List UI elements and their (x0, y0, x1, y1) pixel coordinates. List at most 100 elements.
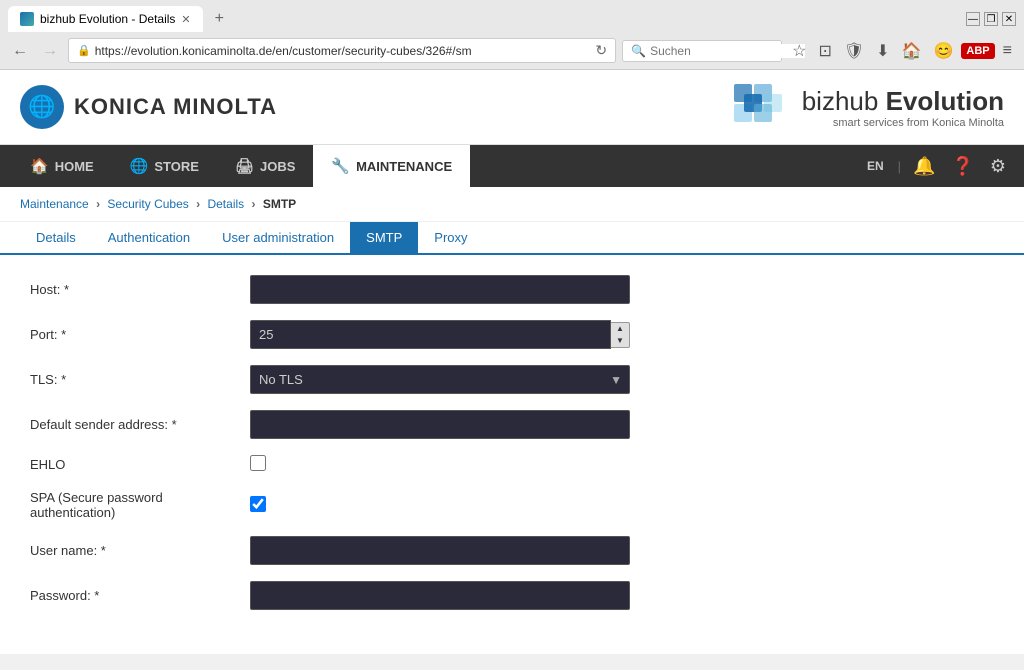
address-box[interactable]: 🔒 https://evolution.konicaminolta.de/en/… (68, 38, 616, 63)
tab-title: bizhub Evolution - Details (40, 12, 175, 26)
username-row: User name: * (30, 536, 994, 565)
spa-label: SPA (Secure password authentication) (30, 490, 250, 520)
nav-jobs[interactable]: 🖨 JOBS (217, 145, 313, 187)
url-text: https://evolution.konicaminolta.de/en/cu… (95, 44, 592, 58)
username-input[interactable] (250, 536, 630, 565)
toolbar-icons: ☆ ⊡ 🛡 ⬇ 🏠 😊 ABP ≡ (788, 39, 1016, 63)
language-button[interactable]: EN (859, 155, 892, 177)
ehlo-label: EHLO (30, 457, 250, 472)
home-icon[interactable]: 🏠 (898, 39, 926, 63)
password-input[interactable] (250, 581, 630, 610)
search-icon: 🔍 (631, 44, 646, 58)
breadcrumb-sep-3: › (252, 197, 256, 211)
username-control (250, 536, 630, 565)
nav-right: EN | 🔔 ❓ ⚙ (859, 152, 1012, 181)
reader-icon[interactable]: ⊡ (814, 39, 835, 63)
new-tab-button[interactable]: + (207, 6, 232, 32)
sender-row: Default sender address: * (30, 410, 994, 439)
settings-icon[interactable]: ⚙ (984, 152, 1012, 181)
nav-maintenance-label: MAINTENANCE (356, 159, 452, 174)
spa-row: SPA (Secure password authentication) (30, 490, 994, 520)
shield-icon[interactable]: 🛡 (840, 39, 868, 63)
restore-button[interactable]: ❐ (984, 12, 998, 26)
port-label: Port: * (30, 327, 250, 342)
nav-home[interactable]: 🏠 HOME (12, 145, 112, 187)
reload-button[interactable]: ↻ (595, 42, 607, 59)
logo-icon: 🌐 (28, 94, 55, 120)
close-button[interactable]: ✕ (1002, 12, 1016, 26)
host-control (250, 275, 630, 304)
forward-button[interactable]: → (38, 40, 62, 62)
bookmarks-icon[interactable]: ☆ (788, 39, 810, 63)
port-input[interactable] (250, 320, 611, 349)
back-button[interactable]: ← (8, 40, 32, 62)
breadcrumb-sep-1: › (96, 197, 100, 211)
password-row: Password: * (30, 581, 994, 610)
breadcrumb-details[interactable]: Details (207, 197, 244, 211)
port-decrement-button[interactable]: ▼ (611, 335, 629, 347)
spa-label-main: SPA (Secure password (30, 490, 250, 505)
sender-input[interactable] (250, 410, 630, 439)
tab-bar: Details Authentication User administrati… (0, 222, 1024, 255)
breadcrumb-security-cubes[interactable]: Security Cubes (107, 197, 188, 211)
form-section: Host: * Port: * ▲ ▼ TLS: * No TLS TL (0, 255, 1024, 646)
tab-close-button[interactable]: ✕ (181, 13, 190, 26)
tls-select[interactable]: No TLS TLS STARTTLS (250, 365, 630, 394)
search-box[interactable]: 🔍 (622, 40, 782, 62)
help-icon[interactable]: ❓ (945, 152, 979, 181)
spa-control (250, 496, 630, 515)
main-nav: 🏠 HOME 🌐 STORE 🖨 JOBS 🔧 MAINTENANCE EN |… (0, 145, 1024, 187)
nav-jobs-label: JOBS (260, 159, 295, 174)
menu-icon[interactable]: ≡ (999, 40, 1016, 62)
page-wrapper: 🌐 KONICA MINOLTA bizhub Evolution smart … (0, 70, 1024, 654)
window-controls: — ❐ ✕ (966, 12, 1016, 26)
password-label: Password: * (30, 588, 250, 603)
search-input[interactable] (650, 44, 805, 58)
brand-graphic (732, 82, 792, 132)
download-icon[interactable]: ⬇ (872, 39, 893, 63)
tab-details[interactable]: Details (20, 222, 92, 253)
tab-proxy[interactable]: Proxy (418, 222, 483, 253)
sender-label: Default sender address: * (30, 417, 250, 432)
ehlo-checkbox[interactable] (250, 455, 266, 471)
jobs-nav-icon: 🖨 (235, 157, 254, 175)
tls-label: TLS: * (30, 372, 250, 387)
adblock-icon[interactable]: ABP (961, 43, 994, 59)
user-icon[interactable]: 😊 (930, 39, 958, 63)
address-bar: ← → 🔒 https://evolution.konicaminolta.de… (0, 32, 1024, 69)
spa-checkbox[interactable] (250, 496, 266, 512)
tls-row: TLS: * No TLS TLS STARTTLS ▼ (30, 365, 994, 394)
breadcrumb-maintenance[interactable]: Maintenance (20, 197, 89, 211)
home-nav-icon: 🏠 (30, 157, 49, 175)
lock-icon: 🔒 (77, 44, 91, 57)
ehlo-row: EHLO (30, 455, 994, 474)
tab-user-administration[interactable]: User administration (206, 222, 350, 253)
minimize-button[interactable]: — (966, 12, 980, 26)
nav-home-label: HOME (55, 159, 94, 174)
tab-smtp[interactable]: SMTP (350, 222, 418, 253)
nav-store[interactable]: 🌐 STORE (112, 145, 217, 187)
logo-text: KONICA MINOLTA (74, 94, 277, 120)
bell-icon[interactable]: 🔔 (907, 152, 941, 181)
host-input[interactable] (250, 275, 630, 304)
nav-store-label: STORE (154, 159, 199, 174)
breadcrumb-sep-2: › (196, 197, 200, 211)
title-bar: bizhub Evolution - Details ✕ + — ❐ ✕ (0, 0, 1024, 32)
username-label: User name: * (30, 543, 250, 558)
browser-chrome: bizhub Evolution - Details ✕ + — ❐ ✕ ← →… (0, 0, 1024, 70)
nav-maintenance[interactable]: 🔧 MAINTENANCE (313, 145, 470, 187)
bizhub-logo: bizhub Evolution smart services from Kon… (802, 86, 1004, 129)
tab-authentication[interactable]: Authentication (92, 222, 206, 253)
breadcrumb-current: SMTP (263, 197, 296, 211)
browser-tab[interactable]: bizhub Evolution - Details ✕ (8, 6, 203, 32)
sender-control (250, 410, 630, 439)
ehlo-control (250, 455, 630, 474)
breadcrumb: Maintenance › Security Cubes › Details ›… (0, 187, 1024, 222)
nav-separator: | (896, 159, 903, 174)
button-row: Save Reset (0, 646, 1024, 654)
logo-circle: 🌐 (20, 85, 64, 129)
spa-label-sub: authentication) (30, 505, 250, 520)
brand-right: bizhub Evolution smart services from Kon… (732, 82, 1004, 132)
port-row: Port: * ▲ ▼ (30, 320, 994, 349)
port-increment-button[interactable]: ▲ (611, 323, 629, 335)
